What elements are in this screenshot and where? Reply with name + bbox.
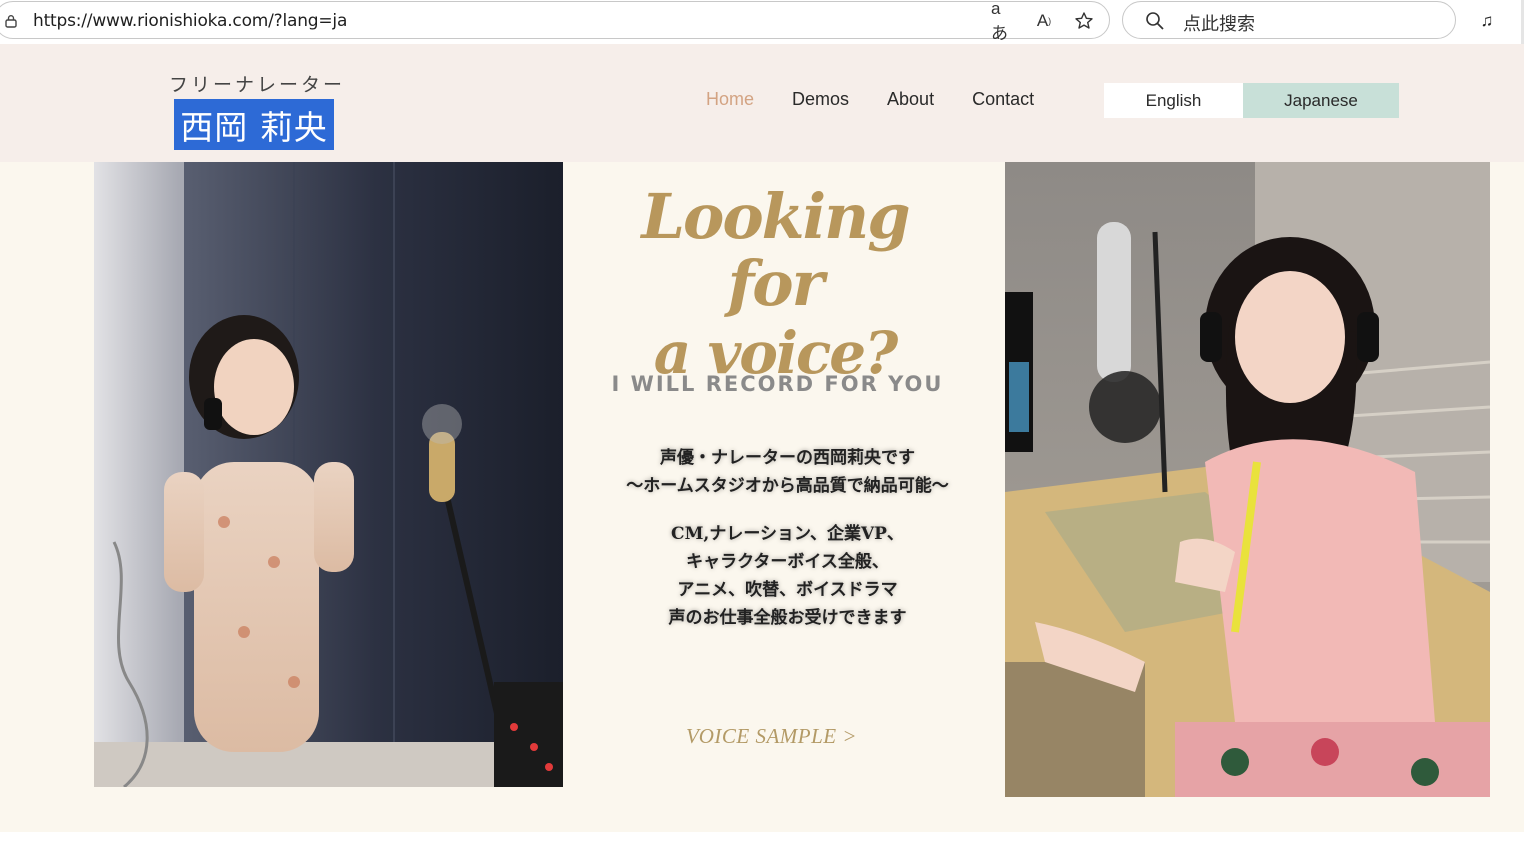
media-control-icon[interactable]: ♫ <box>1474 8 1500 34</box>
nav-home[interactable]: Home <box>706 89 754 110</box>
nav-demos[interactable]: Demos <box>792 89 849 110</box>
address-bar[interactable]: https://www.rionishioka.com/?lang=ja aあ … <box>0 0 1110 43</box>
nav-about[interactable]: About <box>887 89 934 110</box>
services-line2: キャラクターボイス全般、 <box>686 552 889 572</box>
site-name-logo[interactable]: 西岡 莉央 <box>174 99 334 150</box>
favorite-star-icon[interactable] <box>1071 8 1097 34</box>
tagline: フリーナレーター <box>169 74 346 96</box>
lock-icon[interactable] <box>4 14 18 28</box>
main-nav: Home Demos About Contact <box>706 89 1072 110</box>
services-line4: 声のお仕事全般お受けできます <box>668 608 907 628</box>
hero-subhead: I WILL RECORD FOR YOU <box>611 372 944 396</box>
hero-headline: Looking for a voice? <box>600 180 950 385</box>
services-line1: CM,ナレーション、企業VP、 <box>671 524 904 544</box>
site-header: フリーナレーター 西岡 莉央 Home Demos About Contact … <box>0 44 1524 162</box>
language-japanese-button[interactable]: Japanese <box>1243 83 1399 118</box>
intro-text: 声優・ナレーターの西岡莉央です 〜ホームスタジオから高品質で納品可能〜 <box>590 444 985 500</box>
services-text: CM,ナレーション、企業VP、 キャラクターボイス全般、 アニメ、吹替、ボイスド… <box>590 520 985 632</box>
search-icon <box>1146 12 1164 30</box>
headline-line1: Looking for <box>641 180 910 320</box>
home-studio-photo <box>1005 162 1490 797</box>
browser-search-box[interactable]: 点此搜索 <box>1122 1 1456 39</box>
nav-contact[interactable]: Contact <box>972 89 1034 110</box>
search-placeholder: 点此搜索 <box>1183 14 1255 35</box>
language-english-button[interactable]: English <box>1104 83 1243 118</box>
voice-sample-link[interactable]: VOICE SAMPLE > <box>686 724 857 749</box>
intro-line2: 〜ホームスタジオから高品質で納品可能〜 <box>626 476 949 496</box>
recording-booth-photo <box>94 162 563 787</box>
page-bottom-edge <box>0 832 1524 858</box>
intro-line1: 声優・ナレーターの西岡莉央です <box>660 448 915 468</box>
translate-icon[interactable]: aあ <box>991 0 1017 43</box>
services-line3: アニメ、吹替、ボイスドラマ <box>677 580 898 600</box>
hero-section: Looking for a voice? I WILL RECORD FOR Y… <box>0 162 1524 832</box>
read-aloud-icon[interactable]: A) <box>1031 8 1057 34</box>
browser-toolbar: https://www.rionishioka.com/?lang=ja aあ … <box>0 0 1524 44</box>
url-text[interactable]: https://www.rionishioka.com/?lang=ja <box>33 11 347 31</box>
